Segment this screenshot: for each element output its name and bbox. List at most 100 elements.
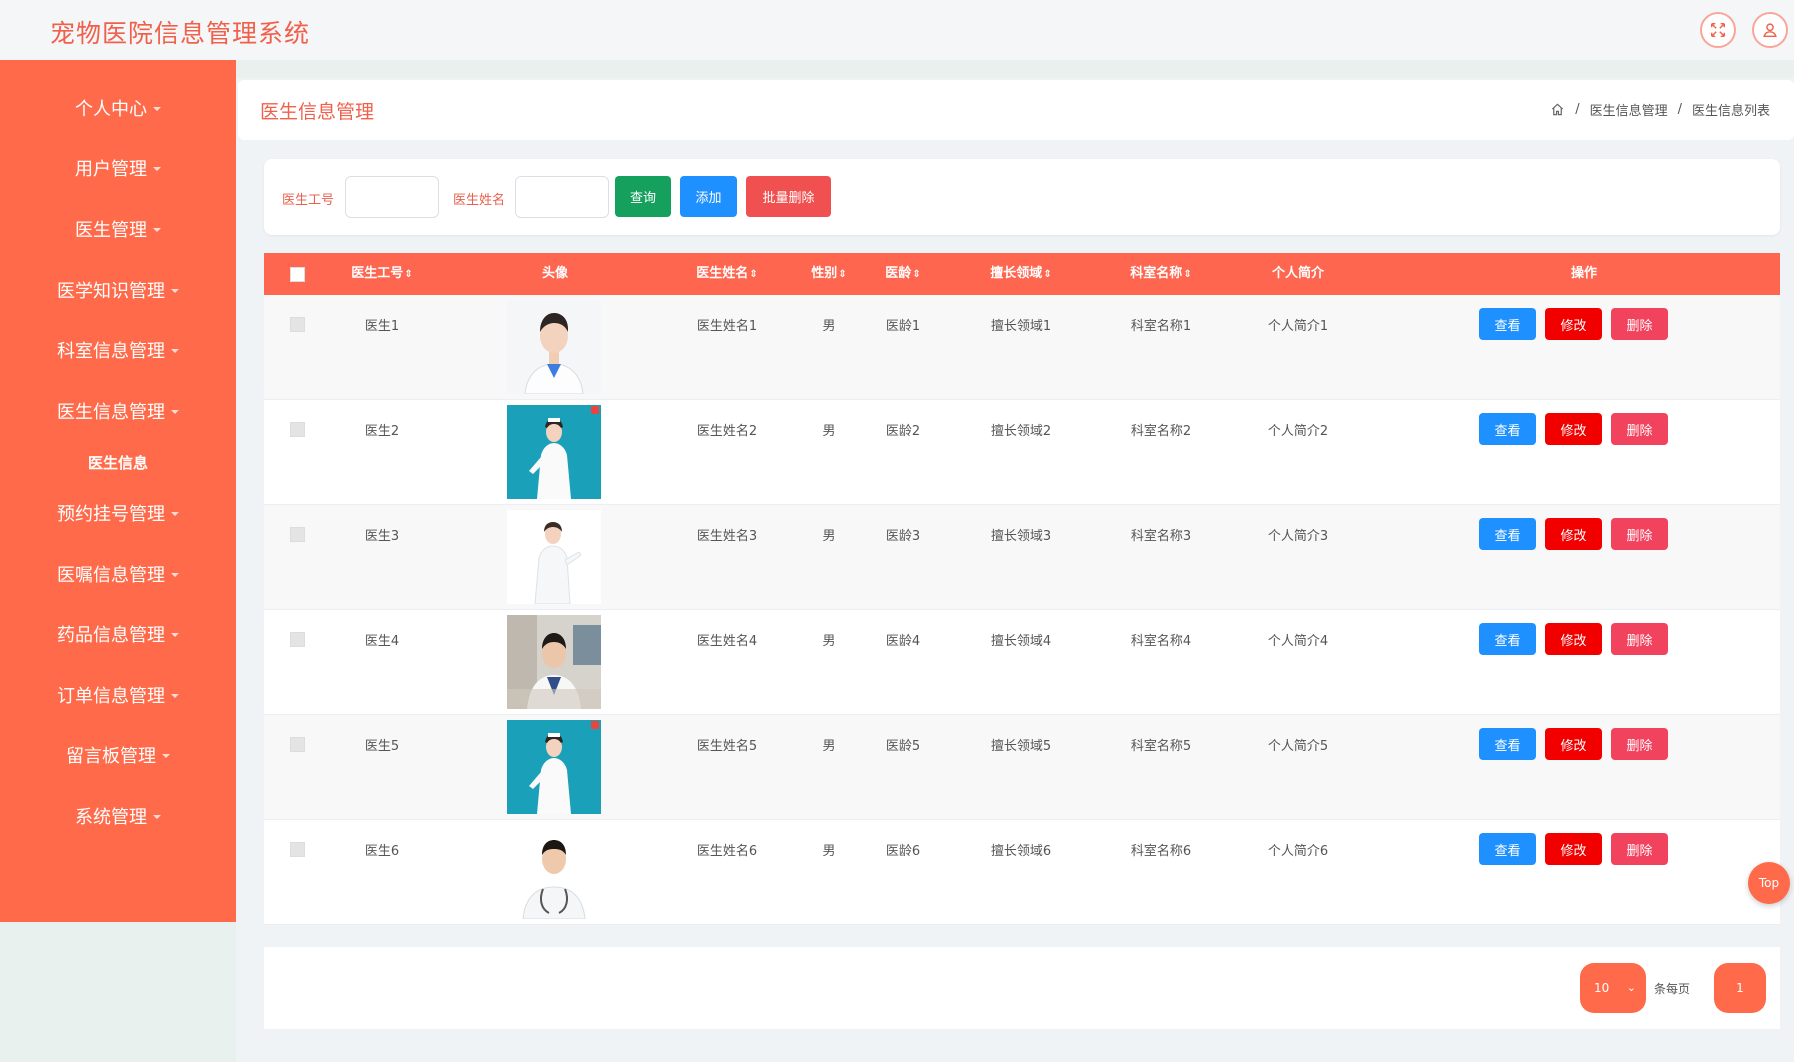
search-form: 医生工号 医生姓名 查询 添加 批量删除 xyxy=(264,159,1780,235)
per-page-label: 条每页 xyxy=(1654,982,1691,996)
sidebar-item-doctors[interactable]: 医生管理 xyxy=(0,209,236,249)
view-button[interactable]: 查看 xyxy=(1479,623,1536,655)
view-button[interactable]: 查看 xyxy=(1479,308,1536,340)
cell-specialty: 擅长领域5 xyxy=(990,739,1052,754)
caret-down-icon xyxy=(171,289,179,293)
cell-years: 医龄1 xyxy=(885,319,921,334)
home-icon[interactable] xyxy=(1550,102,1565,117)
sidebar-item-system[interactable]: 系统管理 xyxy=(0,796,236,836)
edit-button[interactable]: 修改 xyxy=(1545,728,1602,760)
back-to-top-button[interactable]: Top xyxy=(1748,862,1790,904)
select-all-checkbox[interactable] xyxy=(290,267,305,282)
cell-doctor-name: 医生姓名6 xyxy=(696,844,758,859)
edit-button[interactable]: 修改 xyxy=(1545,833,1602,865)
cell-department: 科室名称1 xyxy=(1130,319,1192,334)
sidebar-item-appointments[interactable]: 预约挂号管理 xyxy=(0,493,236,533)
caret-down-icon xyxy=(171,633,179,637)
row-checkbox[interactable] xyxy=(290,317,305,332)
doctor-id-input[interactable] xyxy=(345,176,439,218)
table-header: 医生工号⇕ 头像 医生姓名⇕ 性别⇕ 医龄⇕ 擅长领域⇕ 科室名称⇕ 个人简介 … xyxy=(264,253,1780,295)
column-header-doctor-name[interactable]: 医生姓名⇕ xyxy=(682,253,772,295)
row-checkbox[interactable] xyxy=(290,737,305,752)
edit-button[interactable]: 修改 xyxy=(1545,308,1602,340)
cell-department: 科室名称2 xyxy=(1130,424,1192,439)
query-button[interactable]: 查询 xyxy=(615,176,671,217)
view-button[interactable]: 查看 xyxy=(1479,728,1536,760)
row-checkbox[interactable] xyxy=(290,527,305,542)
breadcrumb-item: 医生信息列表 xyxy=(1691,104,1770,119)
sidebar-item-profile[interactable]: 个人中心 xyxy=(0,88,236,128)
cell-gender: 男 xyxy=(822,739,836,754)
sidebar-item-doctor-info[interactable]: 医生信息管理 xyxy=(0,391,236,431)
table-row: 医生4 医生姓名4 男 医龄4 擅长领域4 科室名称4 个人简介4 查看 修改 … xyxy=(264,610,1780,715)
edit-button[interactable]: 修改 xyxy=(1545,623,1602,655)
delete-button[interactable]: 删除 xyxy=(1611,413,1668,445)
doctor-avatar xyxy=(507,405,601,499)
user-icon[interactable] xyxy=(1752,12,1788,48)
view-button[interactable]: 查看 xyxy=(1479,518,1536,550)
sort-icon: ⇕ xyxy=(404,269,413,280)
doctor-avatar xyxy=(507,720,601,814)
cell-doctor-name: 医生姓名4 xyxy=(696,634,758,649)
sidebar-item-orders[interactable]: 订单信息管理 xyxy=(0,675,236,715)
column-header-years[interactable]: 医龄⇕ xyxy=(878,253,928,295)
column-header-specialty[interactable]: 擅长领域⇕ xyxy=(976,253,1066,295)
table-row: 医生2 医生姓名2 男 医龄2 擅长领域2 科室名称2 个人简介2 查看 修改 … xyxy=(264,400,1780,505)
edit-button[interactable]: 修改 xyxy=(1545,413,1602,445)
sidebar-item-label: 医生信息管理 xyxy=(57,402,165,423)
batch-delete-button[interactable]: 批量删除 xyxy=(746,176,831,217)
add-button[interactable]: 添加 xyxy=(680,176,737,217)
cell-doctor-name: 医生姓名2 xyxy=(696,424,758,439)
column-header-doctor-id[interactable]: 医生工号⇕ xyxy=(342,253,422,295)
page-number-button[interactable]: 1 xyxy=(1714,963,1766,1013)
page-title: 医生信息管理 xyxy=(260,101,375,123)
sidebar-item-label: 订单信息管理 xyxy=(57,686,165,707)
column-header-gender[interactable]: 性别⇕ xyxy=(804,253,854,295)
cell-department: 科室名称3 xyxy=(1130,529,1192,544)
sidebar-item-medical-knowledge[interactable]: 医学知识管理 xyxy=(0,270,236,310)
caret-down-icon xyxy=(171,410,179,414)
cell-gender: 男 xyxy=(822,319,836,334)
delete-button[interactable]: 删除 xyxy=(1611,623,1668,655)
fullscreen-icon[interactable] xyxy=(1700,12,1736,48)
cell-doctor-id: 医生6 xyxy=(364,844,400,859)
sidebar-item-departments[interactable]: 科室信息管理 xyxy=(0,330,236,370)
column-header-department[interactable]: 科室名称⇕ xyxy=(1116,253,1206,295)
caret-down-icon xyxy=(153,107,161,111)
sidebar-item-medicines[interactable]: 药品信息管理 xyxy=(0,614,236,654)
view-button[interactable]: 查看 xyxy=(1479,833,1536,865)
delete-button[interactable]: 删除 xyxy=(1611,518,1668,550)
cell-intro: 个人简介2 xyxy=(1267,424,1329,439)
row-checkbox[interactable] xyxy=(290,422,305,437)
delete-button[interactable]: 删除 xyxy=(1611,728,1668,760)
breadcrumb: / 医生信息管理 / 医生信息列表 xyxy=(1550,100,1770,119)
table-row: 医生6 医生姓名6 男 医龄6 擅长领域6 科室名称6 个人简介6 查看 修改 … xyxy=(264,820,1780,925)
column-header-actions: 操作 xyxy=(1570,266,1597,281)
sort-icon: ⇕ xyxy=(749,269,758,280)
doctor-name-label: 医生姓名 xyxy=(453,193,506,208)
sidebar-item-prescriptions[interactable]: 医嘱信息管理 xyxy=(0,554,236,594)
sidebar-footer xyxy=(0,922,236,1062)
row-checkbox[interactable] xyxy=(290,632,305,647)
cell-intro: 个人简介3 xyxy=(1267,529,1329,544)
sidebar-item-label: 医生管理 xyxy=(75,220,147,241)
delete-button[interactable]: 删除 xyxy=(1611,833,1668,865)
sidebar-item-messages[interactable]: 留言板管理 xyxy=(0,735,236,775)
cell-doctor-name: 医生姓名5 xyxy=(696,739,758,754)
edit-button[interactable]: 修改 xyxy=(1545,518,1602,550)
doctor-avatar xyxy=(507,615,601,709)
sidebar-subitem-doctor-info[interactable]: 医生信息 xyxy=(0,447,236,477)
breadcrumb-separator: / xyxy=(1677,102,1682,117)
view-button[interactable]: 查看 xyxy=(1479,413,1536,445)
caret-down-icon xyxy=(171,694,179,698)
sidebar-item-users[interactable]: 用户管理 xyxy=(0,148,236,188)
caret-down-icon xyxy=(153,815,161,819)
breadcrumb-item[interactable]: 医生信息管理 xyxy=(1590,100,1668,119)
cell-specialty: 擅长领域6 xyxy=(990,844,1052,859)
page-size-select[interactable]: 10 ⌄ xyxy=(1580,963,1646,1013)
row-checkbox[interactable] xyxy=(290,842,305,857)
sidebar-item-label: 医学知识管理 xyxy=(57,281,165,302)
doctor-name-input[interactable] xyxy=(515,176,609,218)
cell-doctor-id: 医生5 xyxy=(364,739,400,754)
delete-button[interactable]: 删除 xyxy=(1611,308,1668,340)
